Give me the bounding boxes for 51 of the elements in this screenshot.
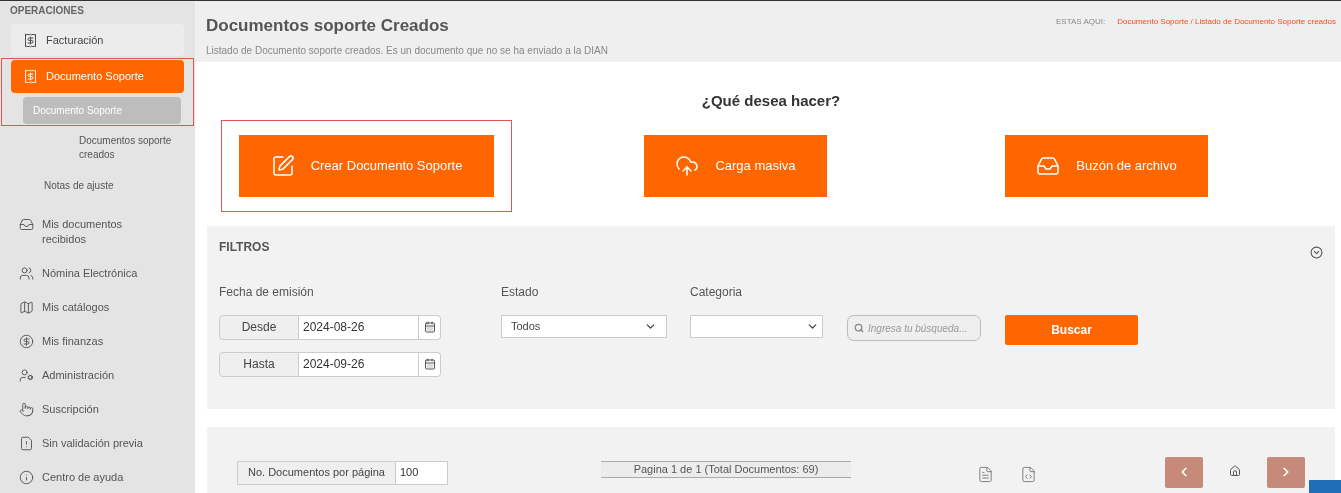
pointer-icon	[19, 402, 34, 417]
page-info: Pagina 1 de 1 (Total Documentos: 69)	[600, 460, 851, 478]
category-select[interactable]	[690, 314, 823, 338]
date-field[interactable]: 2024-09-26	[299, 351, 441, 377]
search-field[interactable]: Ingresa tu búsqueda...	[847, 315, 981, 341]
user-gear-icon	[19, 368, 34, 383]
sidebar-item[interactable]: Facturación	[11, 24, 184, 56]
xml-file-icon[interactable]	[1019, 465, 1037, 483]
sidebar-item[interactable]: Administración	[1, 360, 194, 391]
calendar-icon	[423, 358, 436, 370]
previous-button[interactable]	[1164, 456, 1203, 488]
receipt-icon	[23, 69, 38, 84]
per-page-field[interactable]: 100	[395, 460, 448, 485]
cloud-upload-icon	[675, 153, 700, 178]
calendar-icon	[423, 321, 436, 333]
page-subtitle: Listado de Documento soporte creados. Es un documento que no se ha enviado a la DIAN	[206, 43, 608, 58]
next-button[interactable]	[1266, 456, 1305, 488]
sidebar-item[interactable]: Mis catálogos	[1, 292, 194, 323]
per-page-label: No. Documentos por página	[237, 460, 396, 485]
info-icon	[19, 470, 34, 485]
dollar-icon	[19, 334, 34, 349]
sidebar-item[interactable]: Mis documentos recibidos	[1, 209, 194, 255]
field-label: Categoria	[690, 283, 744, 301]
sidebar-item[interactable]: Centro de ayuda	[1, 462, 194, 493]
date-label: Hasta	[219, 351, 299, 377]
page-title: Documentos soporte Creados	[206, 15, 450, 37]
field-label: Estado	[501, 283, 540, 301]
status-select[interactable]: Todos	[501, 314, 667, 338]
sidebar-item[interactable]: Nómina Electrónica	[1, 258, 194, 289]
search-icon	[854, 322, 864, 333]
sidebar-item[interactable]: Suscripción	[1, 394, 194, 425]
people-icon	[19, 266, 34, 281]
sidebar-item[interactable]: Mis finanzas	[1, 326, 194, 357]
date-label: Desde	[219, 314, 299, 340]
breadcrumb-label: ESTAS AQUI:	[1055, 16, 1106, 28]
document-alert-icon	[19, 436, 34, 451]
section-title: OPERACIONES	[10, 4, 85, 18]
edit-document-icon	[270, 153, 295, 178]
receipt-icon	[23, 32, 38, 48]
section-heading: ¿Qué desea hacer?	[700, 91, 842, 111]
panel-title: FILTROS	[219, 238, 270, 256]
field-label: Fecha de emisión	[219, 283, 315, 301]
inbox-icon	[19, 217, 34, 232]
map-icon	[19, 300, 34, 315]
pdf-icon[interactable]	[976, 465, 994, 483]
submenu-item[interactable]: Notas de ajuste	[44, 172, 114, 199]
home-icon[interactable]	[1228, 464, 1241, 477]
sidebar-item[interactable]: Sin validación previa	[1, 428, 194, 459]
date-field[interactable]: 2024-08-26	[299, 314, 441, 340]
submenu-item[interactable]: Documentos soporte creados	[79, 134, 189, 162]
collapse-icon[interactable]	[1309, 245, 1323, 259]
